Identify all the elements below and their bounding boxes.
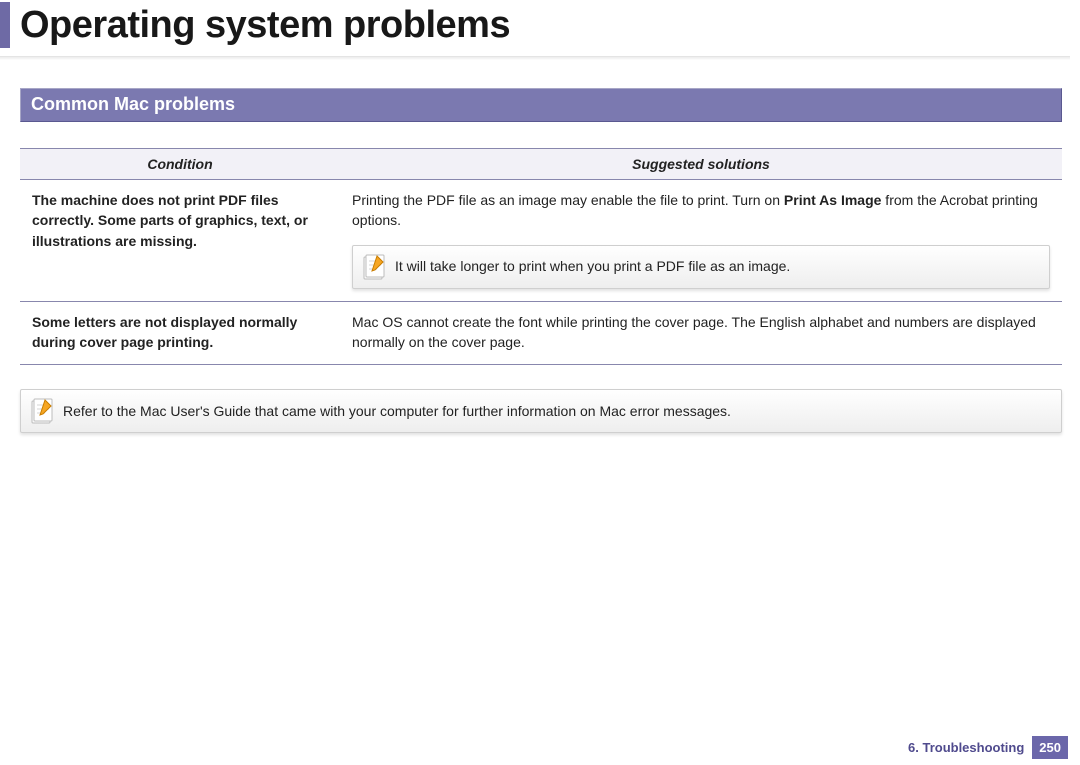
footer-page-number: 250 [1032, 736, 1068, 759]
cell-solution: Printing the PDF file as an image may en… [340, 180, 1062, 302]
content-area: Common Mac problems Condition Suggested … [0, 60, 1080, 433]
note-box: It will take longer to print when you pr… [352, 245, 1050, 289]
title-row: Operating system problems [0, 2, 1080, 48]
page-title: Operating system problems [20, 4, 510, 47]
note-pencil-icon [31, 398, 53, 424]
table-header-row: Condition Suggested solutions [20, 149, 1062, 180]
cell-condition: The machine does not print PDF files cor… [20, 180, 340, 302]
cell-condition: Some letters are not displayed normally … [20, 301, 340, 365]
footer-chapter: 6. Troubleshooting [908, 740, 1026, 755]
note-text: It will take longer to print when you pr… [395, 256, 790, 276]
solution-text-pre: Printing the PDF file as an image may en… [352, 192, 784, 208]
col-header-solutions: Suggested solutions [340, 149, 1062, 180]
title-accent-bar [0, 2, 10, 48]
note-pencil-icon [363, 254, 385, 280]
solution-text-bold: Print As Image [784, 192, 882, 208]
cell-solution: Mac OS cannot create the font while prin… [340, 301, 1062, 365]
problems-table: Condition Suggested solutions The machin… [20, 148, 1062, 365]
table-row: The machine does not print PDF files cor… [20, 180, 1062, 302]
section-heading: Common Mac problems [20, 88, 1062, 122]
footnote-text: Refer to the Mac User's Guide that came … [63, 403, 731, 419]
col-header-condition: Condition [20, 149, 340, 180]
document-page: Operating system problems Common Mac pro… [0, 2, 1080, 765]
table-row: Some letters are not displayed normally … [20, 301, 1062, 365]
footnote-box: Refer to the Mac User's Guide that came … [20, 389, 1062, 433]
footer: 6. Troubleshooting 250 [908, 736, 1068, 759]
